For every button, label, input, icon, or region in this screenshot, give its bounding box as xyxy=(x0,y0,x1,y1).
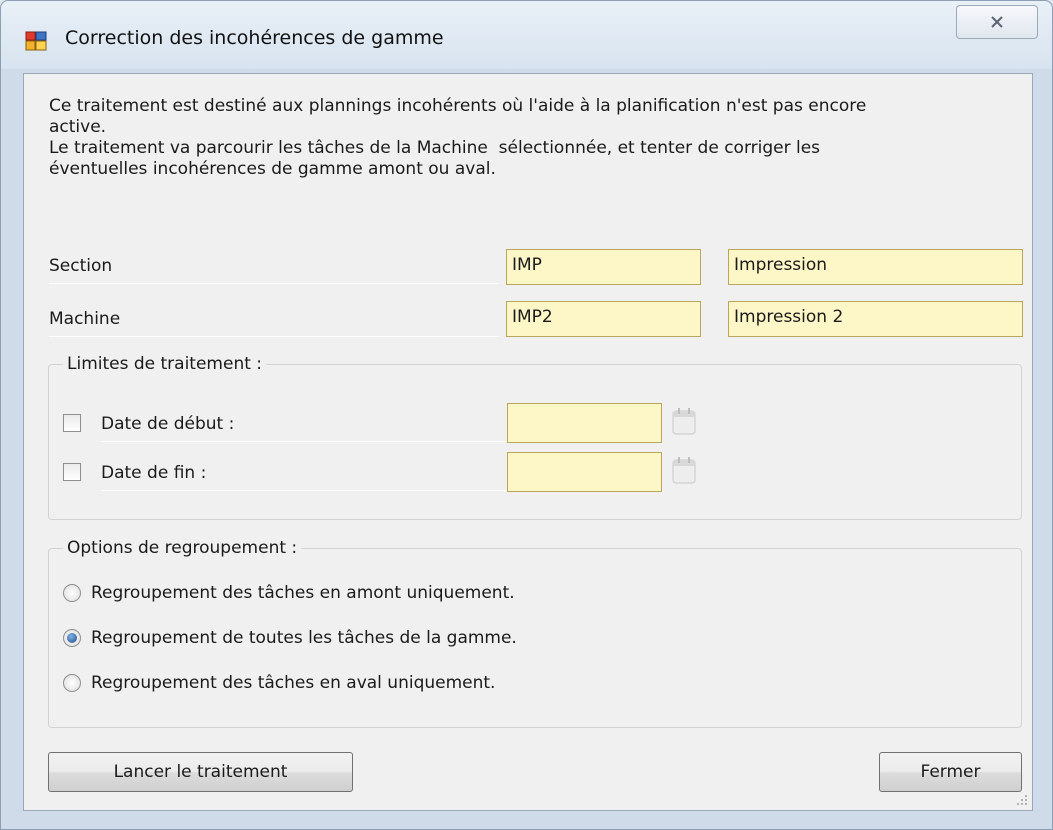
app-icon xyxy=(25,31,47,51)
radio-upstream[interactable] xyxy=(63,584,81,602)
start-date-label: Date de début : xyxy=(101,407,511,442)
limits-group-title: Limites de traitement : xyxy=(63,352,267,376)
section-name-field[interactable]: Impression xyxy=(728,249,1023,285)
limits-group: Limites de traitement : Date de début : … xyxy=(48,352,1022,520)
description-text: Ce traitement est destiné aux plannings … xyxy=(49,96,867,179)
grouping-options-group: Options de regroupement : Regroupement d… xyxy=(48,536,1022,728)
machine-code-field[interactable]: IMP2 xyxy=(506,301,701,337)
close-window-button[interactable] xyxy=(956,5,1038,39)
radio-downstream[interactable] xyxy=(63,674,81,692)
dialog-client-area: Ce traitement est destiné aux plannings … xyxy=(23,73,1033,811)
start-date-checkbox[interactable] xyxy=(63,414,81,432)
close-icon xyxy=(991,16,1003,28)
end-date-label: Date de fin : xyxy=(101,456,511,491)
resize-grip-icon[interactable] xyxy=(1016,794,1028,806)
start-date-input[interactable] xyxy=(507,403,662,443)
section-code-field[interactable]: IMP xyxy=(506,249,701,285)
section-label: Section xyxy=(49,249,499,284)
machine-label: Machine xyxy=(49,302,499,337)
end-date-input[interactable] xyxy=(507,452,662,492)
close-button[interactable]: Fermer xyxy=(879,752,1022,792)
machine-name-field[interactable]: Impression 2 xyxy=(728,301,1023,337)
run-processing-button[interactable]: Lancer le traitement xyxy=(48,752,353,792)
grouping-options-title: Options de regroupement : xyxy=(63,536,302,560)
title-bar[interactable]: Correction des incohérences de gamme xyxy=(1,1,1052,69)
dialog-window: Correction des incohérences de gamme Ce … xyxy=(0,0,1053,830)
radio-all-tasks-label[interactable]: Regroupement de toutes les tâches de la … xyxy=(91,627,517,649)
window-title: Correction des incohérences de gamme xyxy=(65,27,444,49)
calendar-icon[interactable] xyxy=(671,406,697,436)
end-date-checkbox[interactable] xyxy=(63,463,81,481)
calendar-icon[interactable] xyxy=(671,455,697,485)
radio-downstream-label[interactable]: Regroupement des tâches en aval uniqueme… xyxy=(91,672,495,694)
radio-all-tasks[interactable] xyxy=(63,629,81,647)
radio-upstream-label[interactable]: Regroupement des tâches en amont uniquem… xyxy=(91,582,515,604)
